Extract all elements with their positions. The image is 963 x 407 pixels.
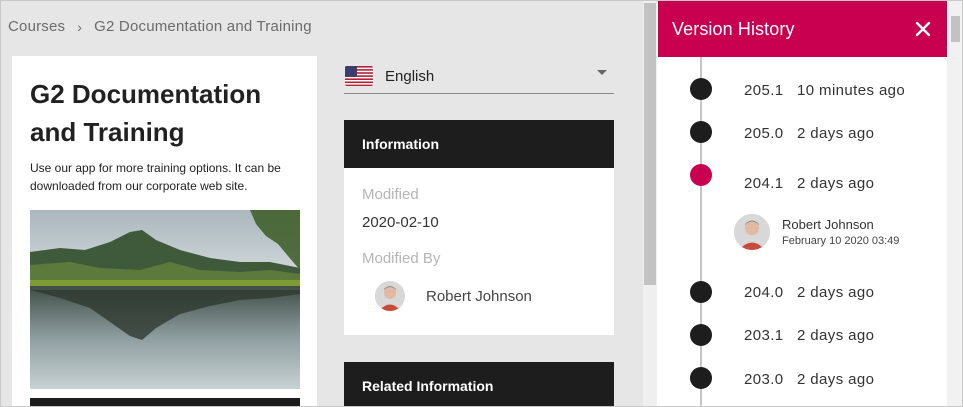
version-row[interactable]: 205.0 2 days ago [744,125,874,142]
related-information-header[interactable]: Related Information [344,362,614,406]
version-row[interactable]: 205.1 10 minutes ago [744,82,905,99]
app-window: Courses › G2 Documentation and Training … [0,0,963,407]
version-number: 205.0 [744,125,784,142]
modified-label: Modified [362,186,419,203]
version-time: 2 days ago [797,125,875,142]
modified-by-name: Robert Johnson [426,287,532,305]
version-history-header: Version History [658,1,947,57]
version-node[interactable] [690,367,712,389]
version-time: 2 days ago [797,175,875,192]
version-node[interactable] [690,324,712,346]
version-row[interactable]: 203.0 2 days ago [744,371,874,388]
modified-value: 2020-02-10 [362,214,439,231]
course-card: G2 Documentation and Training Use our ap… [12,56,317,406]
breadcrumb: Courses › G2 Documentation and Training [8,18,312,35]
version-row[interactable]: 204.0 2 days ago [744,284,874,301]
version-time: 10 minutes ago [797,82,906,99]
timeline-line [700,57,702,406]
information-panel: Information Modified 2020-02-10 Modified… [344,120,614,335]
version-time: 2 days ago [797,371,875,388]
information-header: Information [344,120,614,168]
version-history-panel: Version History 205.1 10 minutes ago 205… [658,1,947,406]
version-time: 2 days ago [797,327,875,344]
modified-by-user: Robert Johnson [375,281,532,311]
version-row-active[interactable]: 204.1 2 days ago [744,175,874,192]
avatar [734,214,770,250]
version-number: 203.1 [744,327,784,344]
course-title: G2 Documentation and Training [30,79,262,147]
main-scrollbar[interactable] [643,1,657,406]
version-number: 205.1 [744,82,784,99]
modified-by-label: Modified By [362,250,441,267]
card-bottom-bar [30,398,300,406]
version-time: 2 days ago [797,284,875,301]
version-node[interactable] [690,281,712,303]
version-node[interactable] [690,121,712,143]
version-history-scrollbar-thumb[interactable] [951,16,960,42]
version-author-date: February 10 2020 03:49 [782,235,900,247]
breadcrumb-courses[interactable]: Courses [8,18,65,35]
version-number: 204.1 [744,175,784,192]
main-scrollbar-thumb[interactable] [644,3,656,285]
main-content: Courses › G2 Documentation and Training … [1,1,643,406]
landscape-image [30,210,300,389]
version-history-scrollbar[interactable] [947,1,962,406]
version-author-name: Robert Johnson [782,217,874,232]
version-history-title: Version History [672,18,795,39]
version-number: 203.0 [744,371,784,388]
version-author: Robert Johnson February 10 2020 03:49 [734,214,899,250]
breadcrumb-separator: › [77,18,83,35]
language-label: English [385,67,435,85]
chevron-down-icon[interactable] [597,69,607,75]
language-select[interactable]: English [344,59,614,94]
version-row[interactable]: 203.1 2 days ago [744,327,874,344]
version-node[interactable] [690,78,712,100]
close-icon[interactable] [911,17,935,41]
us-flag-icon [345,66,373,86]
course-description: Use our app for more training options. I… [30,161,281,193]
version-number: 204.0 [744,284,784,301]
course-image [30,210,300,389]
avatar [375,281,405,311]
version-node-active[interactable] [690,164,712,186]
breadcrumb-current: G2 Documentation and Training [94,18,312,35]
